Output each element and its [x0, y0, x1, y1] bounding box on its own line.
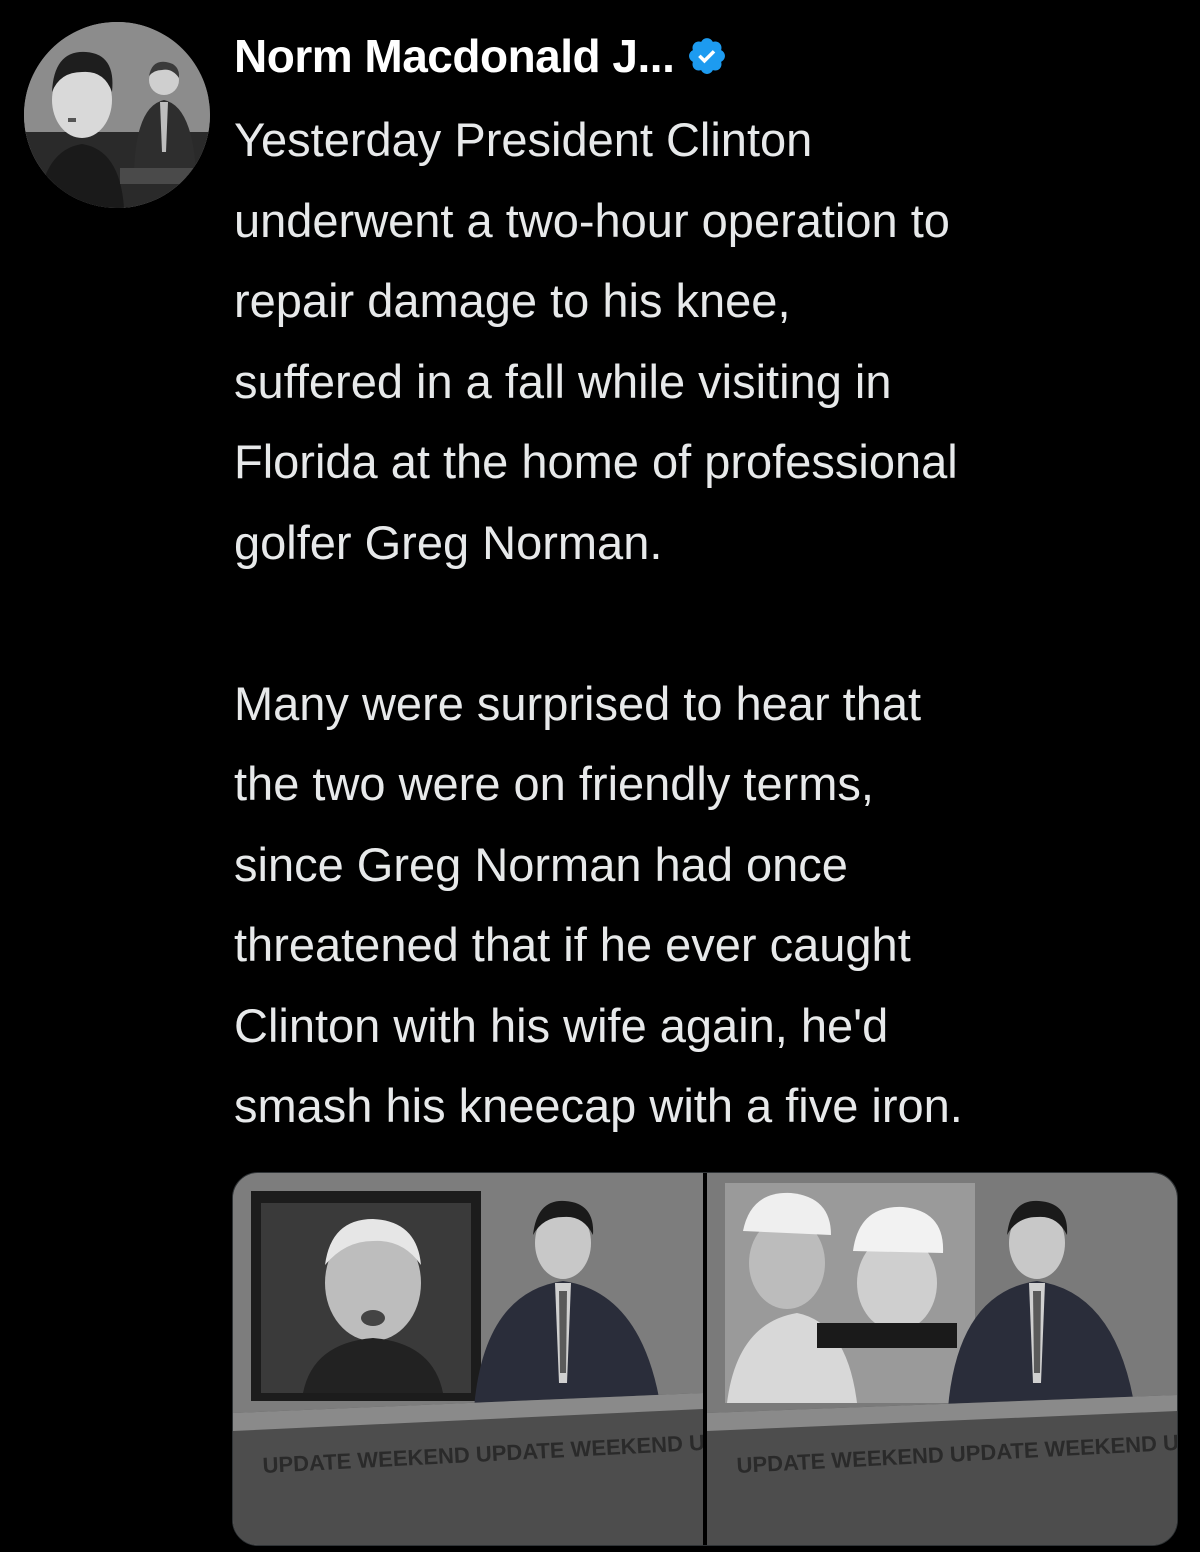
- verified-badge-icon: [689, 38, 726, 74]
- news-anchor-clinton-photo-icon: UPDATE WEEKEND UPDATE WEEKEND UPDATE: [233, 1173, 703, 1545]
- media-image-2[interactable]: UPDATE WEEKEND UPDATE WEEKEND UPDATE: [707, 1173, 1177, 1545]
- tweet-media[interactable]: UPDATE WEEKEND UPDATE WEEKEND UPDATE UPD…: [232, 1172, 1178, 1546]
- author-avatar[interactable]: [24, 22, 210, 208]
- profile-avatar-icon: [24, 22, 210, 208]
- news-anchor-golfers-photo-icon: UPDATE WEEKEND UPDATE WEEKEND UPDATE: [707, 1173, 1177, 1545]
- tweet-header: Norm Macdonald J...: [234, 20, 728, 92]
- tweet-text: Yesterday President Clinton underwent a …: [234, 113, 963, 1132]
- author-display-name[interactable]: Norm Macdonald J...: [234, 29, 675, 83]
- media-image-1[interactable]: UPDATE WEEKEND UPDATE WEEKEND UPDATE: [233, 1173, 703, 1545]
